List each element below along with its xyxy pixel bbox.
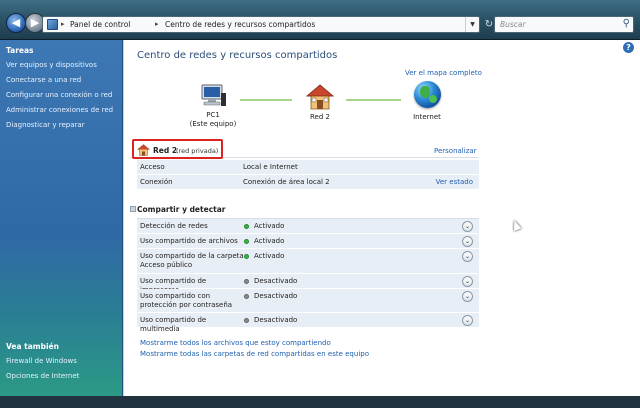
map-internet-label: Internet (413, 113, 441, 121)
map-pc-name: PC1 (206, 111, 220, 119)
view-status-link[interactable]: Ver estado (436, 178, 473, 186)
customize-link[interactable]: Personalizar (434, 147, 477, 155)
search-icon[interactable]: ⚲ (623, 18, 630, 29)
sharing-key: Detección de redes (140, 222, 208, 230)
sharing-key: Uso compartido con protección por contra… (140, 292, 233, 309)
back-button[interactable]: ◀ (6, 13, 26, 33)
status-on-icon (244, 224, 249, 229)
show-shared-files-link[interactable]: Mostrarme todos los archivos que estoy c… (140, 339, 331, 347)
status-on-icon (244, 254, 249, 259)
sidebar-link-diagnose[interactable]: Diagnosticar y reparar (6, 121, 85, 129)
address-dropdown-button[interactable]: ▼ (465, 17, 479, 32)
home-network-small-icon (137, 144, 150, 156)
breadcrumb-control-panel[interactable]: Panel de control (70, 20, 130, 29)
sharing-status: Activado (254, 252, 285, 260)
internet-globe-icon[interactable] (414, 81, 441, 108)
sharing-row-public-folder: Uso compartido de la carpeta Acceso públ… (137, 249, 479, 274)
sidebar-link-view-devices[interactable]: Ver equipos y dispositivos (6, 61, 97, 69)
property-row-access: Acceso Local e Internet (137, 160, 479, 175)
expand-chevron-icon[interactable]: ⌄ (462, 276, 473, 287)
search-input[interactable]: Buscar ⚲ (494, 16, 634, 33)
network-name: Red 2 (153, 146, 178, 155)
task-sidebar: Tareas Ver equipos y dispositivos Conect… (0, 40, 123, 396)
address-toolbar: ◀ ▶ ▸ Panel de control ▸ Centro de redes… (0, 0, 640, 40)
sidebar-link-setup-connection[interactable]: Configurar una conexión o red (6, 91, 112, 99)
status-off-icon (244, 279, 249, 284)
tasks-heading: Tareas (6, 46, 34, 55)
sidebar-link-firewall[interactable]: Firewall de Windows (6, 357, 77, 365)
collapse-section-icon[interactable] (130, 206, 136, 212)
network-properties-table: Acceso Local e Internet Conexión Conexió… (137, 160, 479, 190)
status-off-icon (244, 294, 249, 299)
property-row-connection: Conexión Conexión de área local 2 Ver es… (137, 175, 479, 190)
see-also-heading: Vea también (6, 342, 59, 351)
sharing-row-printer-sharing: Uso compartido de impresoras Desactivado… (137, 274, 479, 294)
breadcrumb-separator: ▸ (155, 20, 159, 28)
sharing-key: Uso compartido de la carpeta Acceso públ… (140, 252, 244, 269)
expand-chevron-icon[interactable]: ⌄ (462, 251, 473, 262)
window-bottom-frame (0, 396, 640, 408)
sharing-row-password-protected: Uso compartido con protección por contra… (137, 289, 479, 313)
map-pc-sub: (Este equipo) (189, 120, 237, 128)
property-value: Conexión de área local 2 (243, 178, 330, 186)
breadcrumb-network-center[interactable]: Centro de redes y recursos compartidos (165, 20, 315, 29)
help-icon[interactable]: ? (623, 42, 634, 53)
map-network-name: Red 2 (310, 113, 330, 121)
page-title: Centro de redes y recursos compartidos (137, 50, 338, 61)
map-connection-line (346, 99, 401, 101)
sharing-row-media-sharing: Uso compartido de multimedia Desactivado… (137, 313, 479, 333)
sharing-status: Desactivado (254, 316, 298, 324)
sharing-table: Detección de redes Activado ⌄ Uso compar… (137, 218, 479, 333)
sharing-status: Activado (254, 222, 285, 230)
status-on-icon (244, 239, 249, 244)
sharing-key: Uso compartido de multimedia (140, 316, 207, 333)
expand-chevron-icon[interactable]: ⌄ (462, 221, 473, 232)
sharing-key: Uso compartido de archivos (140, 237, 238, 245)
property-key: Acceso (140, 163, 165, 171)
property-value: Local e Internet (243, 163, 298, 171)
home-network-icon[interactable] (306, 84, 334, 110)
map-connection-line (240, 99, 292, 101)
breadcrumb-separator: ▸ (61, 20, 65, 28)
sidebar-link-connect[interactable]: Conectarse a una red (6, 76, 81, 84)
search-placeholder: Buscar (500, 20, 526, 29)
status-off-icon (244, 318, 249, 323)
expand-chevron-icon[interactable]: ⌄ (462, 236, 473, 247)
sharing-status: Desactivado (254, 277, 298, 285)
address-bar[interactable]: ▸ Panel de control ▸ Centro de redes y r… (42, 16, 480, 33)
network-type: (red privada) (176, 147, 219, 155)
sharing-row-network-discovery: Detección de redes Activado ⌄ (137, 219, 479, 234)
sidebar-link-manage-connections[interactable]: Administrar conexiones de red (6, 106, 113, 114)
expand-chevron-icon[interactable]: ⌄ (462, 315, 473, 326)
sharing-heading: Compartir y detectar (137, 205, 226, 214)
show-shared-folders-link[interactable]: Mostrarme todas las carpetas de red comp… (140, 350, 369, 358)
main-panel: ? Centro de redes y recursos compartidos… (123, 40, 640, 396)
sidebar-link-internet-options[interactable]: Opciones de Internet (6, 372, 79, 380)
computer-icon[interactable] (199, 84, 227, 108)
control-panel-icon (47, 19, 58, 30)
expand-chevron-icon[interactable]: ⌄ (462, 291, 473, 302)
sharing-status: Desactivado (254, 292, 298, 300)
sharing-row-file-sharing: Uso compartido de archivos Activado ⌄ (137, 234, 479, 249)
view-full-map-link[interactable]: Ver el mapa completo (405, 69, 482, 77)
property-key: Conexión (140, 178, 173, 186)
sharing-status: Activado (254, 237, 285, 245)
